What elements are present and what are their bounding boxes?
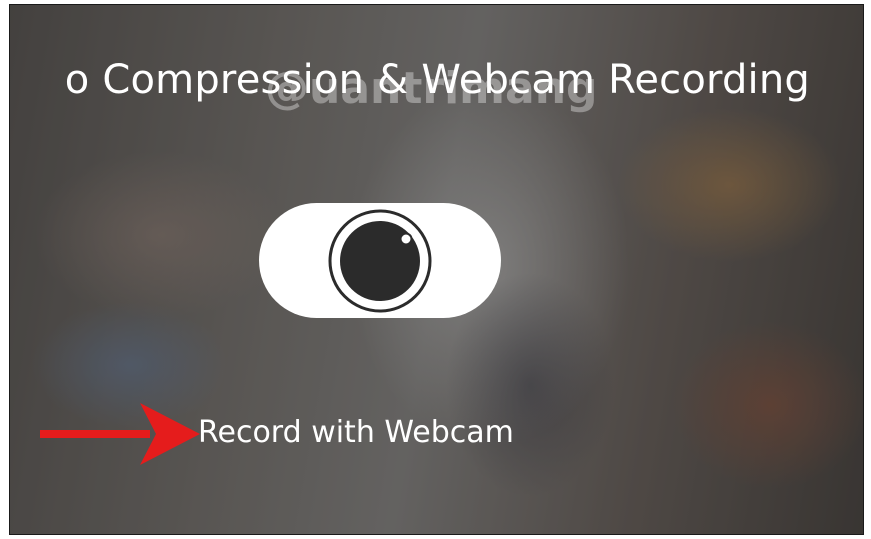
red-arrow-icon — [40, 403, 200, 465]
record-webcam-label[interactable]: Record with Webcam — [198, 415, 514, 450]
app-window: o Compression & Webcam Recording @uantri… — [9, 4, 864, 535]
record-webcam-button[interactable] — [259, 203, 501, 318]
page-title: o Compression & Webcam Recording — [64, 57, 810, 103]
camera-lens-icon — [328, 209, 432, 312]
